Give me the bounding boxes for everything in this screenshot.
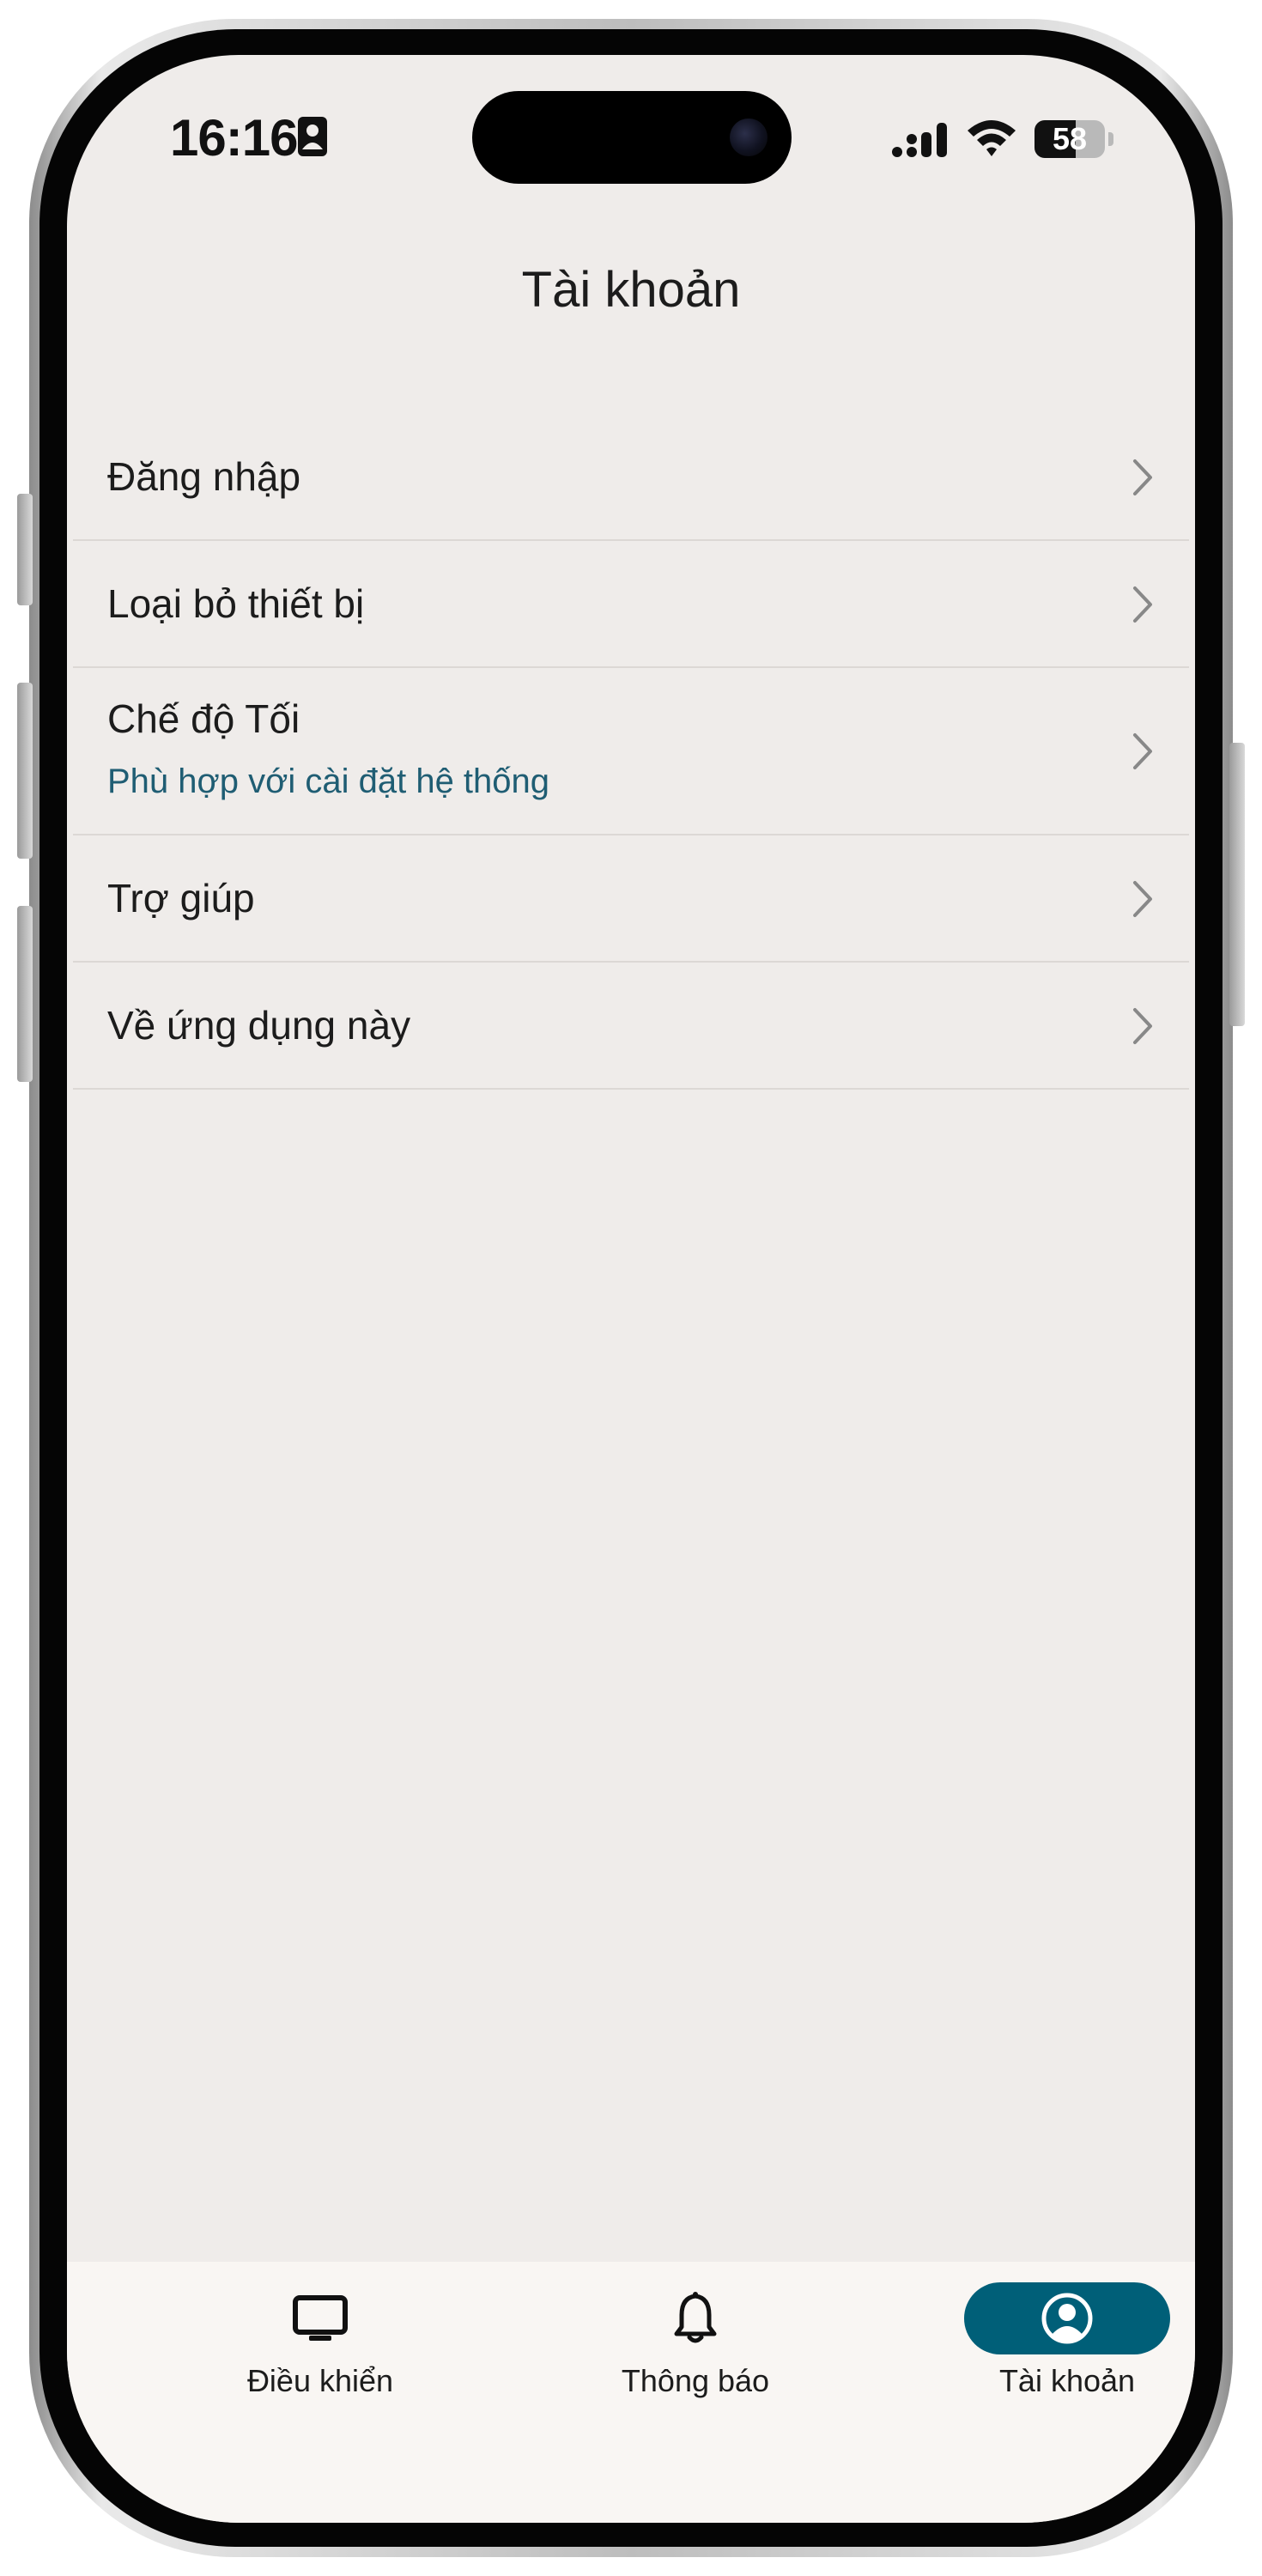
camera-icon — [730, 118, 768, 156]
power-button — [1229, 743, 1245, 1026]
tab-account[interactable]: Tài khoản — [938, 2262, 1195, 2433]
tab-notifications[interactable]: Thông báo — [567, 2262, 824, 2433]
settings-item-label: Về ứng dụng này — [107, 1003, 411, 1048]
settings-item-help[interactable]: Trợ giúp — [73, 835, 1189, 963]
wifi-icon — [968, 120, 1016, 156]
volume-down-button — [17, 906, 33, 1082]
settings-item-label: Chế độ Tối — [107, 696, 300, 741]
tab-label: Tài khoản — [998, 2363, 1136, 2398]
battery-cap — [1108, 132, 1113, 146]
volume-up-button — [17, 683, 33, 859]
tab-controls[interactable]: Điều khiển — [191, 2262, 449, 2433]
chevron-right-icon — [1133, 733, 1152, 769]
page-title: Tài khoản — [521, 262, 741, 318]
settings-item-about[interactable]: Về ứng dụng này — [73, 963, 1189, 1090]
settings-list: Đăng nhập Loại bỏ thiết bị Chế độ Tối Ph… — [73, 414, 1189, 1090]
chevron-right-icon — [1133, 586, 1152, 623]
bell-icon — [674, 2292, 717, 2343]
tv-icon — [293, 2295, 348, 2341]
app-screen: 16:16 58 Tài khoản Đăng nhập Loại bỏ thi… — [67, 55, 1195, 2523]
battery-percent: 58 — [1052, 121, 1088, 156]
account-icon — [1041, 2293, 1093, 2344]
settings-item-login[interactable]: Đăng nhập — [73, 414, 1189, 541]
tab-label: Điều khiển — [246, 2363, 394, 2398]
id-card-icon — [298, 117, 327, 156]
settings-item-label: Trợ giúp — [107, 876, 255, 920]
dynamic-island — [472, 91, 792, 184]
tab-bar: Điều khiển Thông báo Tài khoản — [67, 2262, 1195, 2523]
settings-item-dark-mode[interactable]: Chế độ Tối Phù hợp với cài đặt hệ thống — [73, 668, 1189, 835]
tab-icon-container — [592, 2282, 798, 2354]
chevron-right-icon — [1133, 1008, 1152, 1044]
status-time: 16:16 — [170, 109, 298, 167]
tab-label: Thông báo — [621, 2363, 770, 2398]
settings-item-label: Loại bỏ thiết bị — [107, 581, 365, 626]
tab-icon-container-active — [964, 2282, 1170, 2354]
action-button — [17, 494, 33, 605]
settings-item-sublabel: Phù hợp với cài đặt hệ thống — [107, 762, 550, 800]
signal-icon — [892, 123, 947, 157]
settings-item-remove-device[interactable]: Loại bỏ thiết bị — [73, 541, 1189, 668]
battery-icon: 58 — [1034, 120, 1105, 158]
settings-item-label: Đăng nhập — [107, 454, 301, 499]
tab-icon-container — [217, 2282, 423, 2354]
chevron-right-icon — [1133, 459, 1152, 495]
chevron-right-icon — [1133, 881, 1152, 917]
